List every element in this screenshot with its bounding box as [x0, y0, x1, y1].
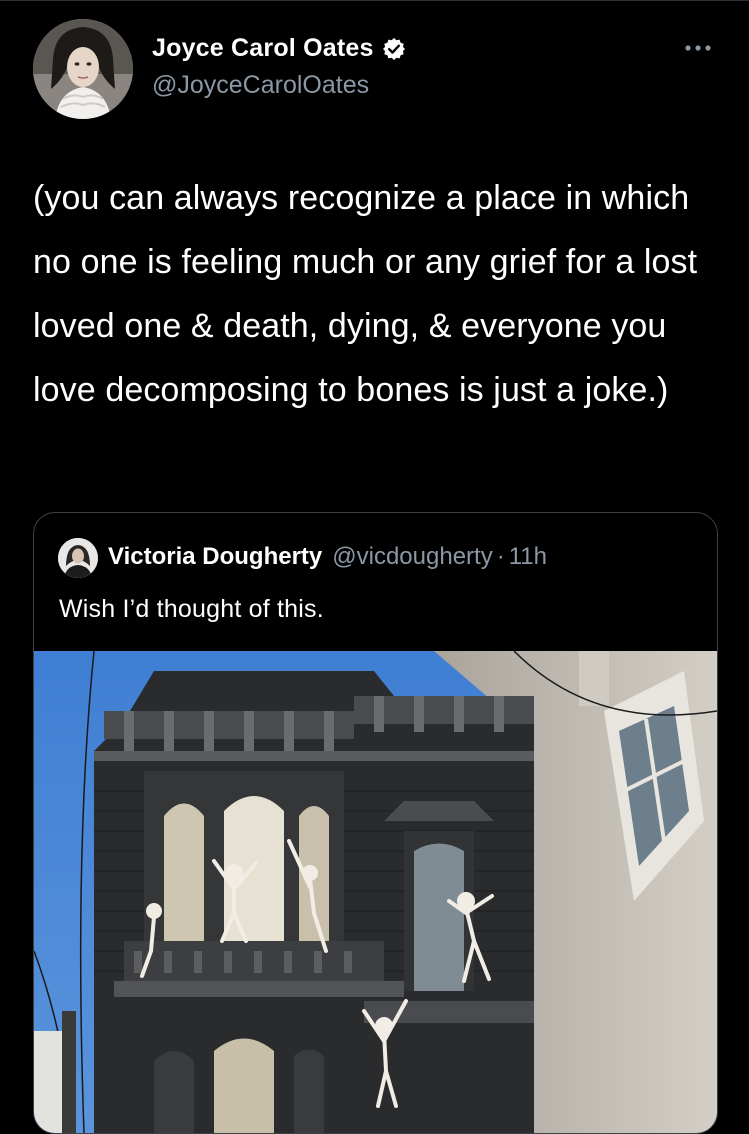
more-options-icon[interactable]	[680, 40, 716, 56]
quoted-tweet-media[interactable]	[34, 651, 717, 1133]
quoted-tweet-timestamp[interactable]: 11h	[509, 543, 547, 571]
author-handle[interactable]: @JoyceCarolOates	[152, 71, 369, 100]
author-display-name[interactable]: Joyce Carol Oates	[152, 34, 374, 63]
quoted-tweet-text: Wish I’d thought of this.	[59, 595, 324, 623]
top-divider	[0, 0, 749, 1]
header-separator: ·	[496, 543, 505, 570]
tweet-text: (you can always recognize a place in whi…	[33, 179, 707, 409]
quoted-tweet-header: Victoria Dougherty @vicdougherty · 11h	[108, 543, 547, 571]
quoted-author-handle[interactable]: @vicdougherty	[332, 543, 492, 571]
author-name-row: Joyce Carol Oates	[152, 34, 406, 63]
quoted-author-name[interactable]: Victoria Dougherty	[108, 543, 322, 571]
house-photo-with-skeletons	[34, 651, 717, 1133]
verified-badge-icon	[382, 37, 406, 61]
author-avatar[interactable]	[33, 19, 133, 119]
quoted-tweet-card[interactable]: Victoria Dougherty @vicdougherty · 11h W…	[33, 512, 718, 1134]
quoted-author-avatar[interactable]	[58, 538, 98, 578]
